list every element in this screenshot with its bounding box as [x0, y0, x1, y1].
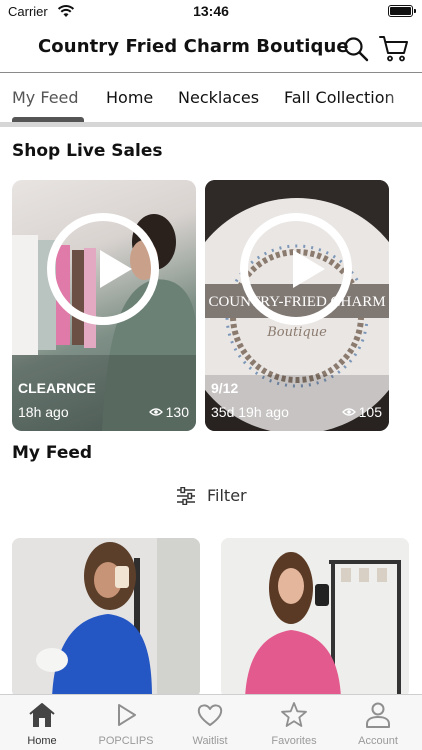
live-sale-card[interactable]: CLEARNCE 18h ago 130 [12, 180, 196, 431]
search-icon[interactable] [343, 36, 369, 62]
feed-title: My Feed [12, 443, 93, 463]
bottom-tab-bar: Home POPCLIPS Waitlist Favorites Account [0, 694, 422, 750]
bottom-tab-label: POPCLIPS [98, 735, 154, 747]
play-icon [100, 250, 132, 288]
status-time: 13:46 [193, 3, 229, 19]
bottom-tab-favorites[interactable]: Favorites [252, 695, 336, 750]
tabs-fade [382, 73, 422, 125]
bottom-tab-label: Account [358, 735, 398, 747]
home-icon [29, 703, 55, 727]
live-sale-age: 18h ago [18, 404, 69, 420]
bottom-tab-account[interactable]: Account [336, 695, 420, 750]
bottom-tab-label: Home [27, 735, 57, 747]
battery-icon [388, 5, 416, 17]
star-icon [281, 702, 307, 727]
play-icon [118, 704, 136, 726]
app-header: Country Fried Charm Boutique [0, 28, 422, 72]
tab-my-feed[interactable]: My Feed [12, 88, 79, 107]
bottom-tab-popclips[interactable]: POPCLIPS [84, 695, 168, 750]
bottom-tab-home[interactable]: Home [0, 695, 84, 750]
person-icon [366, 702, 390, 728]
eye-icon [148, 408, 163, 416]
bottom-tab-label: Waitlist [192, 735, 228, 747]
tabs-divider [0, 122, 422, 127]
feed-product-card[interactable] [221, 538, 409, 698]
status-bar: Carrier 13:46 [0, 0, 422, 24]
live-sale-views: 105 [341, 404, 382, 420]
product-image [221, 538, 409, 698]
tab-necklaces[interactable]: Necklaces [178, 88, 259, 107]
play-button[interactable] [47, 213, 159, 325]
cart-icon[interactable] [379, 34, 409, 62]
feed-product-card[interactable] [12, 538, 200, 698]
filter-icon [177, 487, 195, 505]
svg-text:Boutique: Boutique [266, 325, 327, 340]
live-sales-title: Shop Live Sales [12, 141, 163, 161]
play-button[interactable] [240, 213, 352, 325]
tab-fall-collection[interactable]: Fall Collection [284, 88, 395, 107]
filter-label: Filter [207, 486, 247, 505]
live-sale-label: CLEARNCE [18, 380, 96, 396]
app-title: Country Fried Charm Boutique [38, 36, 349, 57]
bottom-tab-label: Favorites [271, 735, 317, 747]
view-count: 105 [358, 404, 382, 420]
play-icon [293, 250, 325, 288]
product-image [12, 538, 200, 698]
live-sale-label: 9/12 [211, 380, 239, 396]
live-sale-card[interactable]: COUNTRY-FRIED CHARM Boutique 9/12 35d 19… [205, 180, 389, 431]
eye-icon [341, 408, 356, 416]
live-sale-views: 130 [148, 404, 189, 420]
tab-home[interactable]: Home [106, 88, 153, 107]
live-sale-age: 35d 19h ago [211, 404, 289, 420]
view-count: 130 [165, 404, 189, 420]
filter-button[interactable]: Filter [0, 484, 422, 508]
heart-icon [197, 704, 223, 726]
bottom-tab-waitlist[interactable]: Waitlist [168, 695, 252, 750]
